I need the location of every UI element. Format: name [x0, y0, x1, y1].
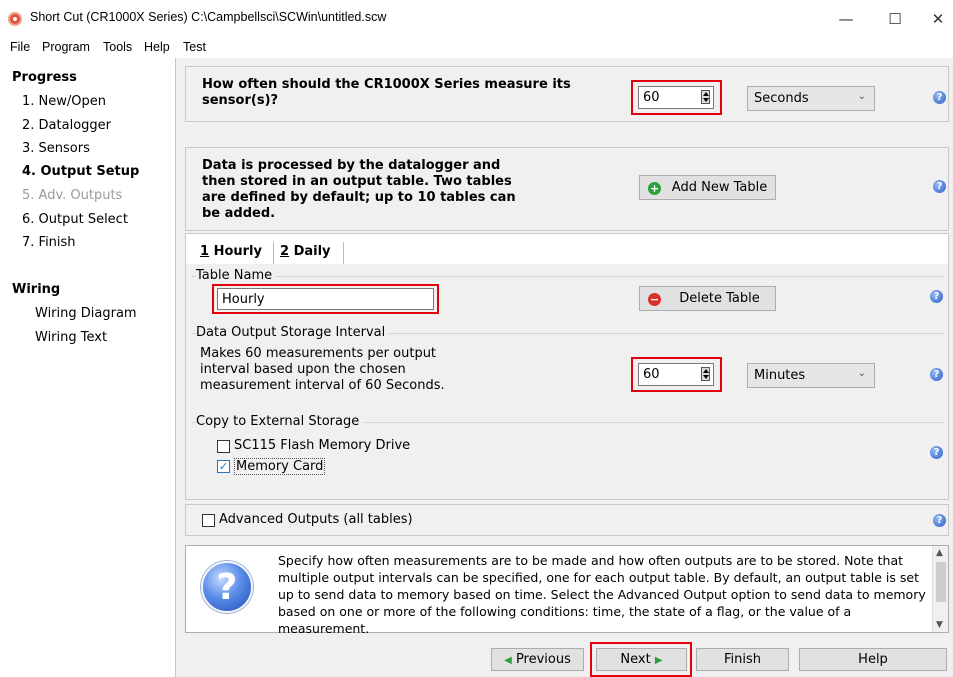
- close-button[interactable]: ✕: [923, 6, 953, 32]
- step-output-setup[interactable]: 4. Output Setup: [22, 164, 139, 179]
- add-icon: +: [648, 182, 661, 195]
- scroll-up-icon[interactable]: ▲: [936, 548, 943, 558]
- minimize-button[interactable]: —: [831, 6, 861, 32]
- menu-help[interactable]: Help: [144, 40, 170, 54]
- previous-label: Previous: [515, 652, 571, 667]
- next-label: Next: [620, 652, 651, 667]
- spinner-arrows-icon[interactable]: [701, 367, 710, 381]
- wiring-heading: Wiring: [12, 282, 61, 297]
- tables-description: Data is processed by the datalogger and …: [202, 158, 516, 221]
- table-tabs: 1 Hourly 2 Daily: [185, 233, 949, 265]
- help-icon[interactable]: ?: [933, 514, 946, 527]
- table-name-label: Table Name: [196, 268, 277, 283]
- help-icon[interactable]: ?: [933, 91, 946, 104]
- spinner-arrows-icon[interactable]: [701, 90, 710, 104]
- add-new-table-label: Add New Table: [671, 180, 768, 195]
- step-sensors[interactable]: 3. Sensors: [22, 141, 90, 156]
- delete-table-label: Delete Table: [679, 291, 760, 306]
- help-icon[interactable]: ?: [933, 180, 946, 193]
- help-question-icon: ?: [201, 561, 253, 613]
- finish-button[interactable]: Finish: [696, 648, 789, 671]
- help-icon[interactable]: ?: [930, 290, 943, 303]
- memory-card-checkbox[interactable]: ✓: [217, 460, 230, 473]
- wiring-diagram-link[interactable]: Wiring Diagram: [35, 306, 137, 321]
- sidebar: Progress 1. New/Open 2. Datalogger 3. Se…: [0, 58, 176, 677]
- next-arrow-icon: ▶: [654, 655, 663, 666]
- sc115-checkbox[interactable]: [217, 440, 230, 453]
- measure-unit-select[interactable]: Seconds ⌄: [747, 86, 875, 111]
- help-scrollbar[interactable]: ▲ ▼: [932, 546, 948, 632]
- output-interval-unit-value: Minutes: [754, 368, 806, 383]
- help-text: Specify how often measurements are to be…: [278, 553, 926, 636]
- add-new-table-button[interactable]: + Add New Table: [639, 175, 776, 200]
- scroll-thumb[interactable]: [936, 562, 946, 602]
- measure-question: How often should the CR1000X Series meas…: [202, 77, 571, 108]
- maximize-button[interactable]: ☐: [880, 6, 910, 32]
- memory-card-label[interactable]: Memory Card: [234, 458, 326, 475]
- step-new-open[interactable]: 1. New/Open: [22, 94, 106, 109]
- interval-group-label: Data Output Storage Interval: [196, 325, 390, 340]
- output-interval-value: 60: [643, 367, 660, 382]
- window-title: Short Cut (CR1000X Series) C:\Campbellsc…: [30, 10, 387, 24]
- chevron-down-icon: ⌄: [857, 368, 866, 379]
- table-name-input[interactable]: Hourly: [217, 288, 434, 310]
- wiring-text-link[interactable]: Wiring Text: [35, 330, 107, 345]
- title-bar: Short Cut (CR1000X Series) C:\Campbellsc…: [0, 0, 953, 38]
- advanced-outputs-label[interactable]: Advanced Outputs (all tables): [219, 512, 413, 527]
- measure-unit-value: Seconds: [754, 91, 809, 106]
- menu-file[interactable]: File: [10, 40, 30, 54]
- interval-description: Makes 60 measurements per output interva…: [200, 346, 445, 393]
- menu-program[interactable]: Program: [42, 40, 90, 54]
- group-divider: [192, 276, 944, 277]
- menu-test[interactable]: Test: [183, 40, 206, 54]
- tab-daily[interactable]: 2 Daily: [280, 244, 331, 259]
- next-button[interactable]: Next ▶: [596, 648, 687, 671]
- measure-interval-input[interactable]: 60: [638, 86, 714, 109]
- step-output-select[interactable]: 6. Output Select: [22, 212, 128, 227]
- scroll-down-icon[interactable]: ▼: [936, 620, 943, 630]
- remove-icon: −: [648, 293, 661, 306]
- table-name-value: Hourly: [222, 292, 265, 307]
- step-datalogger[interactable]: 2. Datalogger: [22, 118, 111, 133]
- measure-interval-value: 60: [643, 90, 660, 105]
- previous-arrow-icon: ◀: [504, 655, 512, 666]
- advanced-outputs-checkbox[interactable]: [202, 514, 215, 527]
- sc115-label[interactable]: SC115 Flash Memory Drive: [234, 438, 410, 453]
- output-tables-panel: Data is processed by the datalogger and …: [185, 147, 949, 231]
- help-icon[interactable]: ?: [930, 446, 943, 459]
- delete-table-button[interactable]: − Delete Table: [639, 286, 776, 311]
- output-interval-unit-select[interactable]: Minutes ⌄: [747, 363, 875, 388]
- app-logo-icon: [8, 12, 22, 26]
- step-finish[interactable]: 7. Finish: [22, 235, 76, 250]
- menu-tools[interactable]: Tools: [103, 40, 132, 54]
- progress-heading: Progress: [12, 70, 77, 85]
- previous-button[interactable]: ◀ Previous: [491, 648, 584, 671]
- step-adv-outputs: 5. Adv. Outputs: [22, 188, 123, 203]
- help-panel: ? Specify how often measurements are to …: [185, 545, 949, 636]
- advanced-outputs-panel: Advanced Outputs (all tables) ?: [185, 504, 949, 536]
- tab-hourly[interactable]: 1 Hourly: [200, 244, 262, 259]
- chevron-down-icon: ⌄: [857, 91, 866, 102]
- external-storage-label: Copy to External Storage: [196, 414, 364, 429]
- output-interval-input[interactable]: 60: [638, 363, 714, 386]
- help-button[interactable]: Help: [799, 648, 947, 671]
- menu-bar: File Program Tools Help Test: [0, 38, 953, 58]
- help-icon[interactable]: ?: [930, 368, 943, 381]
